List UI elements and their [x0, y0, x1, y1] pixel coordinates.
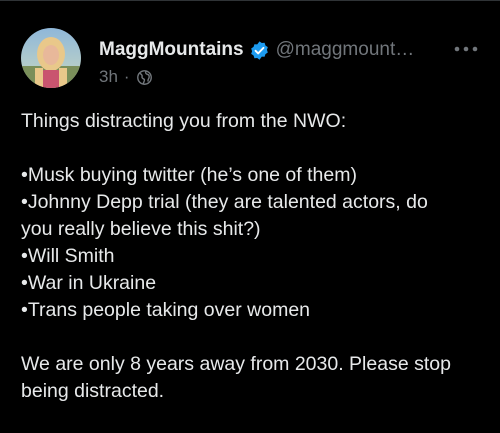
globe-icon [136, 69, 153, 86]
more-options-icon[interactable] [453, 41, 479, 57]
tweet-line: you really believe this shit?) [21, 218, 261, 240]
tweet-line: We are only 8 years away from 2030. Plea… [21, 353, 451, 375]
avatar-photo [21, 28, 81, 88]
tweet-line: being distracted. [21, 380, 165, 402]
handle[interactable]: @maggmount… [276, 39, 415, 61]
tweet-line: Things distracting you from the NWO: [21, 110, 347, 132]
tweet-line: •Will Smith [21, 245, 115, 267]
author-row: MaggMountains @maggmount… [99, 36, 414, 64]
tweet-line: •Musk buying twitter (he’s one of them) [21, 164, 357, 186]
verified-badge-icon [249, 40, 270, 61]
avatar[interactable] [21, 28, 81, 88]
top-divider [0, 0, 500, 1]
tweet-meta: 3h · [99, 65, 153, 89]
tweet-line: •Trans people taking over women [21, 299, 311, 321]
display-name[interactable]: MaggMountains [99, 39, 244, 61]
separator: · [123, 67, 130, 86]
timestamp[interactable]: 3h [99, 67, 118, 87]
tweet-line: •Johnny Depp trial (they are talented ac… [21, 191, 428, 213]
tweet-text: Things distracting you from the NWO: •Mu… [21, 108, 486, 405]
tweet-line: •War in Ukraine [21, 272, 157, 294]
